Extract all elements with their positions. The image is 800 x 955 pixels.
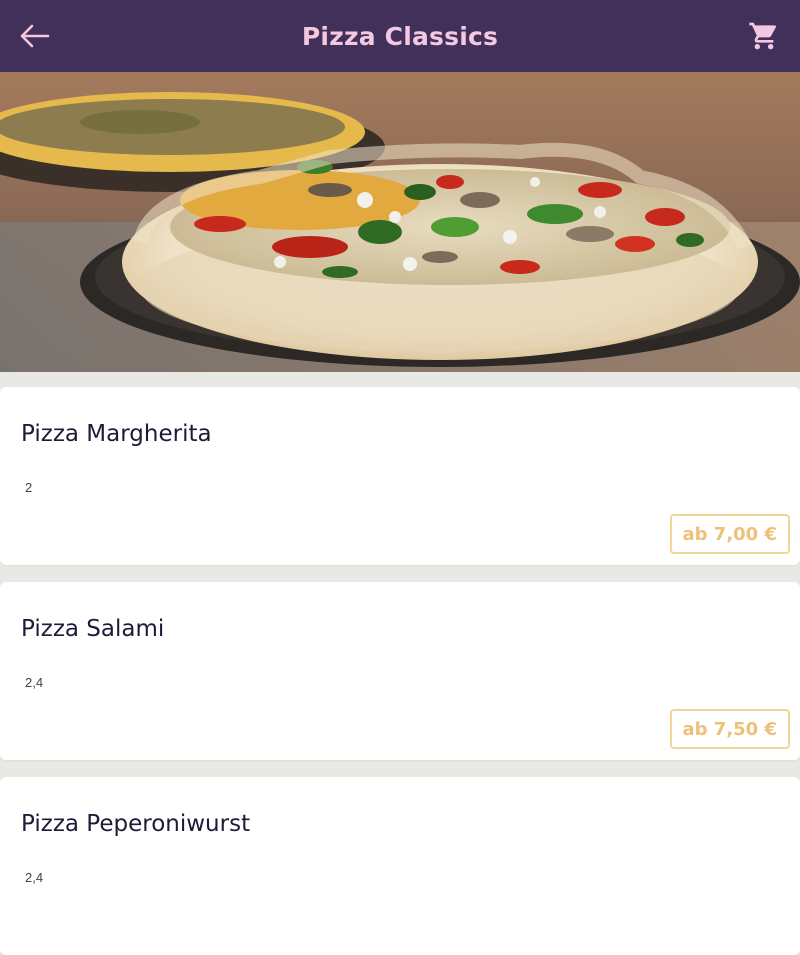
back-button[interactable] [14, 18, 54, 54]
hero-image [0, 72, 800, 372]
item-name: Pizza Margherita [21, 421, 212, 447]
list-item[interactable]: Pizza Margherita 2 ab 7,00 € [0, 387, 800, 565]
item-name: Pizza Salami [21, 616, 165, 642]
app-header: Pizza Classics [0, 0, 800, 72]
item-allergens: 2 [25, 480, 33, 495]
list-item[interactable]: Pizza Salami 2,4 ab 7,50 € [0, 582, 800, 760]
item-allergens: 2,4 [25, 870, 44, 885]
list-item[interactable]: Pizza Peperoniwurst 2,4 [0, 777, 800, 955]
page-title: Pizza Classics [301, 21, 499, 51]
price-button[interactable]: ab 7,50 € [669, 709, 790, 749]
pizza-photo [0, 72, 800, 372]
cart-button[interactable] [744, 16, 784, 56]
arrow-left-icon [20, 24, 50, 48]
item-allergens: 2,4 [25, 675, 44, 690]
price-button[interactable]: ab 7,00 € [669, 514, 790, 554]
cart-icon [749, 22, 777, 50]
item-name: Pizza Peperoniwurst [21, 811, 251, 837]
